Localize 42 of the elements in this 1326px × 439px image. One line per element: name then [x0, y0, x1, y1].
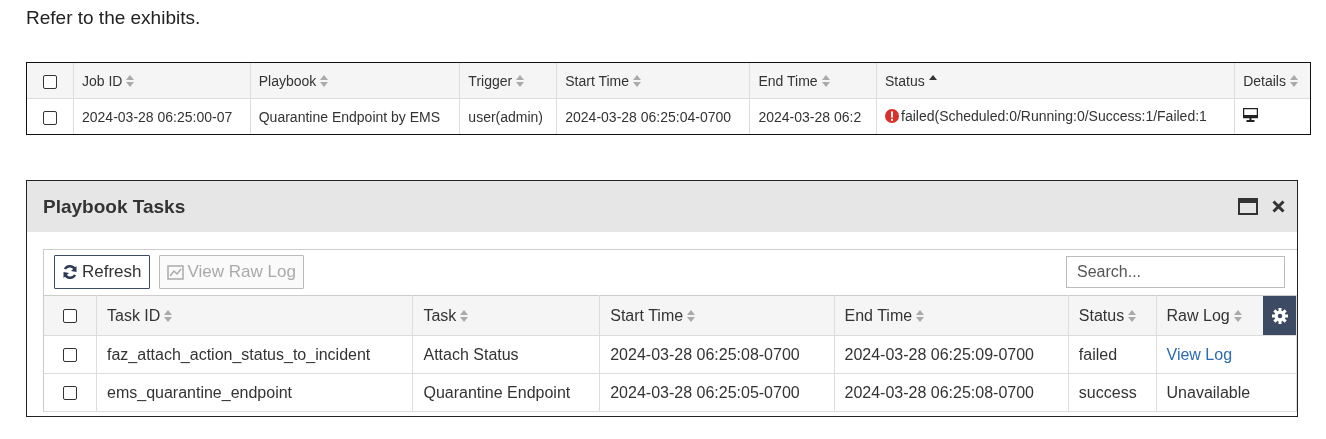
maximize-icon[interactable] [1238, 198, 1258, 215]
table-cell: Quarantine Endpoint by EMS [258, 108, 441, 125]
intro-text: Refer to the exhibits. [25, 6, 202, 30]
table-cell: 2024-03-28 06:25:05-0700 [610, 383, 800, 401]
table-cell: Unavailable [1166, 383, 1251, 401]
column-header[interactable]: Status [885, 72, 925, 89]
column-header[interactable]: Start Time [565, 72, 630, 89]
search-field[interactable]: Search... [1066, 256, 1285, 288]
column-header[interactable]: Task ID [107, 306, 161, 325]
refresh-icon [62, 264, 78, 280]
table-cell: success [1078, 383, 1137, 401]
table-cell: Quarantine Endpoint [423, 383, 571, 401]
gear-icon [1271, 307, 1288, 324]
column-header[interactable]: End Time [844, 306, 913, 325]
table-cell: failed [1078, 345, 1118, 363]
table-cell: 2024-03-28 06:25:08-0700 [610, 345, 800, 363]
settings-button[interactable] [1263, 296, 1296, 335]
checkbox[interactable] [43, 74, 57, 89]
close-icon[interactable] [1272, 200, 1285, 213]
column-header[interactable]: Job ID [82, 72, 123, 89]
table-cell: failed(Scheduled:0/Running:0/Success:1/Failed:1 [901, 107, 1207, 124]
table-cell: user(admin) [468, 108, 544, 125]
refresh-button[interactable]: Refresh [54, 255, 150, 289]
column-header[interactable]: Start Time [610, 306, 684, 325]
table-cell: 2024-03-28 06:2 [758, 108, 862, 125]
table-cell: 2024-03-28 06:25:04-0700 [565, 108, 732, 125]
table-cell: 2024-03-28 06:25:08-0700 [844, 383, 1034, 401]
table-cell: ems_quarantine_endpoint [107, 383, 293, 401]
table-cell: faz_attach_action_status_to_incident [107, 345, 371, 363]
chart-icon [166, 264, 184, 280]
table-cell: 2024-03-28 06:25:09-0700 [844, 345, 1034, 363]
checkbox[interactable] [43, 110, 57, 125]
checkbox[interactable] [63, 386, 77, 401]
view-log-link[interactable]: View Log [1166, 345, 1233, 363]
column-header[interactable]: Task [423, 306, 457, 325]
checkbox[interactable] [63, 309, 77, 324]
checkbox[interactable] [63, 348, 77, 363]
table-cell: Attach Status [423, 345, 519, 363]
table-cell: 2024-03-28 06:25:00-07 [82, 108, 233, 125]
monitor-icon[interactable] [1243, 108, 1259, 122]
dialog-title: Playbook Tasks [43, 195, 187, 218]
column-header[interactable]: Playbook [258, 72, 317, 89]
